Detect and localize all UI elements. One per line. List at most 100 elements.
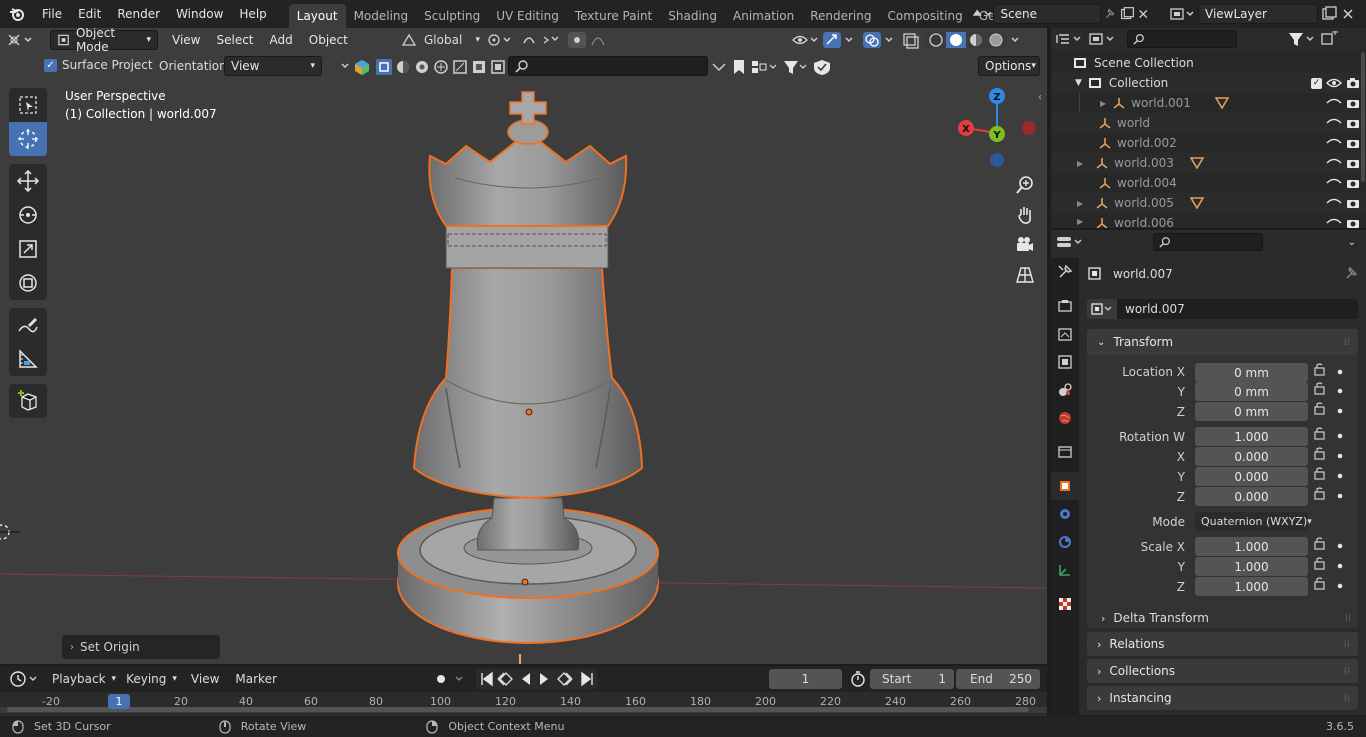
grid-perspective-icon[interactable] [1012,260,1038,290]
tab-shading[interactable]: Shading [660,4,725,28]
location-z-field[interactable]: 0 mm [1195,402,1308,421]
camera-icon[interactable] [1346,217,1360,228]
current-frame-field[interactable]: 1 [769,669,842,689]
drag-handle-icon[interactable]: ⁞⁞ [1344,693,1350,704]
chevron-down-icon[interactable]: ▼ [1075,78,1082,88]
cursor-tool[interactable] [9,122,47,156]
end-frame-field[interactable]: End 250 [956,669,1040,689]
timeline-ruler[interactable]: -20 1 20 40 60 80 100 120 140 160 180 20… [0,692,1047,716]
tab-physics[interactable] [1051,528,1079,556]
location-y-field[interactable]: 0 mm [1195,382,1308,401]
auto-keying-icon[interactable] [430,670,470,688]
tab-collection[interactable] [1051,438,1079,466]
filter-icon[interactable] [1287,31,1317,47]
location-x-field[interactable]: 0 mm [1195,363,1308,382]
new-scene-icon[interactable] [1118,6,1136,22]
tab-texture-paint[interactable]: Texture Paint [567,4,660,28]
move-tool[interactable] [9,164,47,198]
xray-toggle-icon[interactable] [900,31,922,49]
timeline-scrollbar[interactable] [7,707,1029,712]
eye-icon[interactable] [1326,117,1342,129]
tab-modeling[interactable]: Modeling [346,4,417,28]
navigation-gizmo[interactable]: Z X Y [950,83,1040,173]
tab-animation[interactable]: Animation [725,4,802,28]
eye-icon[interactable] [1326,177,1342,189]
camera-icon[interactable] [1346,77,1360,89]
proportional-edit-icon[interactable] [566,31,614,49]
chevron-right-icon[interactable]: ▶ [1100,99,1106,108]
outliner-item[interactable]: ▶ world.003 [1051,153,1366,173]
menu-edit[interactable]: Edit [70,0,109,28]
remove-scene-icon[interactable] [1136,6,1150,22]
camera-icon[interactable] [1346,137,1360,149]
drag-handle-icon[interactable]: ⁞⁞ [1344,666,1350,677]
tab-tool[interactable] [1051,258,1079,286]
tool-search-input[interactable] [508,56,708,76]
chevron-right-icon[interactable]: ▶ [1077,217,1083,226]
rotation-y-field[interactable]: 0.000 [1195,467,1308,486]
remove-view-layer-icon[interactable] [1340,6,1356,22]
viewport-menu-object[interactable]: Object [301,33,356,47]
drag-handle-icon[interactable]: ⁞⁞ [1344,639,1350,650]
properties-editor-type-icon[interactable] [1051,234,1085,250]
outliner-collection[interactable]: ▼ Collection ✓ [1051,73,1366,93]
camera-icon[interactable] [1346,117,1360,129]
camera-icon[interactable] [1346,177,1360,189]
options-dropdown[interactable]: Options ▾ [978,56,1040,76]
outliner-search-input[interactable] [1127,30,1237,48]
shading-modes-icon[interactable] [924,31,1024,49]
menu-file[interactable]: File [34,0,70,28]
snap-icon[interactable] [518,31,562,49]
select-box-tool[interactable] [9,88,47,122]
editor-type-icon[interactable] [1051,31,1085,47]
object-visibility-icon[interactable] [790,31,820,49]
hand-pan-icon[interactable] [1012,200,1038,230]
tab-sculpting[interactable]: Sculpting [416,4,488,28]
rotation-x-field[interactable]: 0.000 [1195,447,1308,466]
sidebar-toggle-icon[interactable]: ‹ [1038,92,1042,103]
pin-icon[interactable] [1101,6,1117,22]
tab-world[interactable] [1051,404,1079,432]
tab-view-layer[interactable] [1051,348,1079,376]
transform-orientation-dropdown[interactable]: Global ▾ [400,30,480,50]
scale-y-field[interactable]: 1.000 [1195,557,1308,576]
viewport-scene[interactable] [0,28,1047,664]
playback-controls[interactable] [476,669,598,689]
view-layer-name-field[interactable]: ViewLayer [1198,4,1318,24]
surface-project-checkbox[interactable]: ✓ Surface Project [44,58,153,72]
drag-handle-icon[interactable]: ⁞⁞ [1345,613,1351,624]
viewport-menu-add[interactable]: Add [262,33,301,47]
snap-options-icons[interactable] [708,58,838,76]
rotation-z-field[interactable]: 0.000 [1195,487,1308,506]
transform-tool[interactable] [9,266,47,300]
object-name-field[interactable]: world.007 [1117,299,1358,319]
outliner-item[interactable]: ▶ world.001 [1051,93,1366,113]
outliner-item[interactable]: world.004 [1051,173,1366,193]
tab-uv-editing[interactable]: UV Editing [488,4,567,28]
rotation-mode-dropdown[interactable]: Quaternion (WXYZ) ▾ [1195,512,1312,531]
outliner-item[interactable]: world.002 [1051,133,1366,153]
outliner-scene-collection[interactable]: Scene Collection [1051,53,1366,73]
chevron-right-icon[interactable]: ▶ [1077,159,1083,168]
eye-icon[interactable] [1326,137,1342,149]
eye-icon[interactable] [1326,97,1342,109]
menu-help[interactable]: Help [231,0,274,28]
view-layer-selector[interactable]: ViewLayer [1168,3,1366,25]
editor-type-selector[interactable] [6,32,42,48]
camera-view-icon[interactable] [1012,230,1038,260]
scale-x-field[interactable]: 1.000 [1195,537,1308,556]
timeline-editor-type-icon[interactable] [8,670,40,688]
new-view-layer-icon[interactable] [1318,6,1340,22]
eye-icon[interactable] [1326,217,1342,228]
pin-icon[interactable] [1342,266,1358,282]
playhead[interactable]: 1 [108,694,130,709]
rotation-w-field[interactable]: 1.000 [1195,427,1308,446]
relations-panel-header[interactable]: › Relations ⁞⁞ [1087,632,1358,656]
tab-constraints[interactable] [1051,556,1079,584]
start-frame-field[interactable]: Start 1 [870,669,954,689]
scale-z-field[interactable]: 1.000 [1195,577,1308,596]
playback-menu[interactable]: Playback ▾ [46,672,116,686]
measure-tool[interactable] [9,342,47,376]
tab-object[interactable] [1051,472,1079,500]
blender-logo-icon[interactable] [0,6,34,22]
